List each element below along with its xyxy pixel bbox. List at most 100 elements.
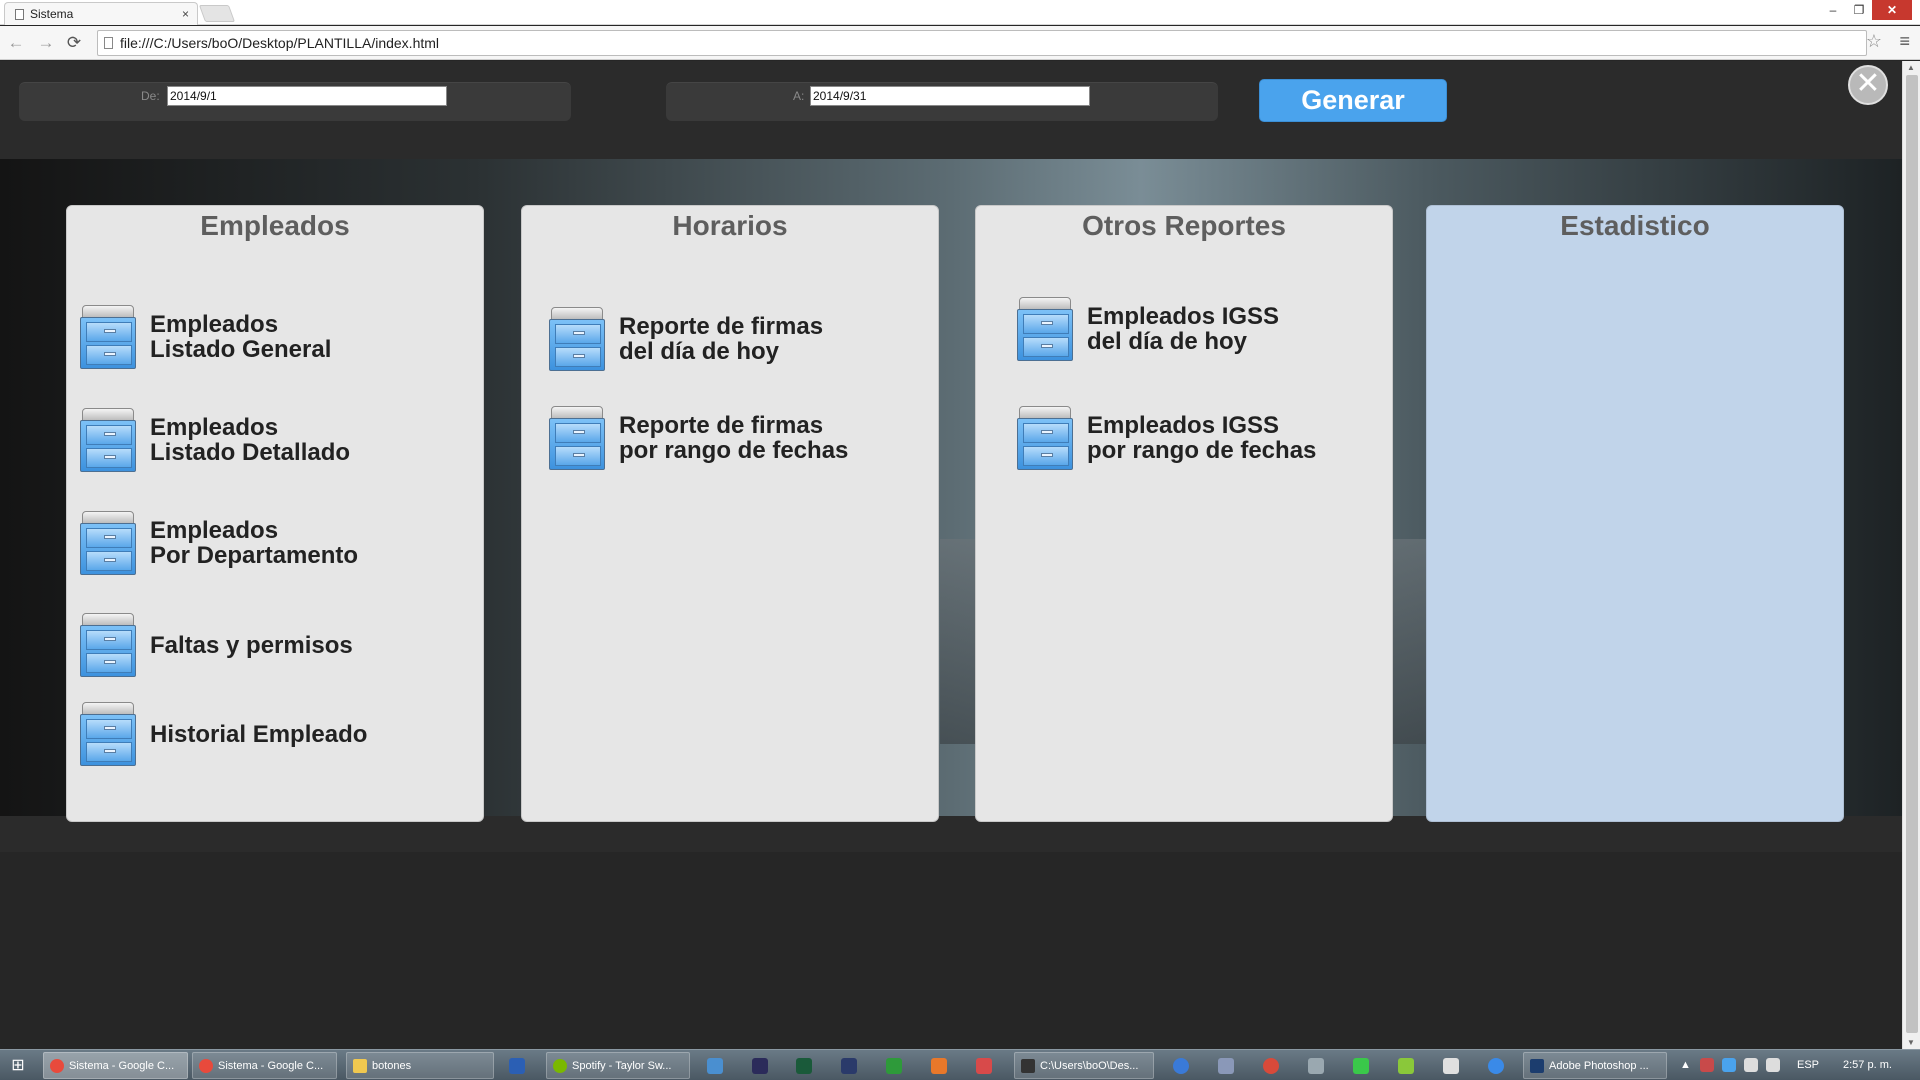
- to-date-label: A:: [793, 89, 805, 103]
- report-item-label: Reporte de firmas del día de hoy: [619, 313, 824, 365]
- file-icon: [104, 37, 113, 49]
- windows-taskbar: ⊞ Sistema - Google C... Sistema - Google…: [0, 1049, 1920, 1080]
- app-icon[interactable]: [976, 1058, 992, 1074]
- report-item-firmas-rango[interactable]: Reporte de firmas por rango de fechas: [549, 406, 848, 470]
- new-tab-button[interactable]: [198, 5, 236, 22]
- restore-button[interactable]: ❐: [1846, 0, 1872, 20]
- taskbar-button-spotify[interactable]: Spotify - Taylor Sw...: [546, 1052, 690, 1079]
- panel-title-horarios: Horarios: [672, 210, 788, 241]
- taskbar-button-chrome-1[interactable]: Sistema - Google C...: [43, 1052, 188, 1079]
- console-icon: [1021, 1058, 1035, 1073]
- panel-empleados: Empleados Empleados Listado General Empl…: [66, 205, 484, 822]
- taskbar-button-botones[interactable]: botones: [346, 1052, 494, 1079]
- report-item-label: Historial Empleado: [150, 720, 368, 748]
- taskbar-button-photoshop[interactable]: Adobe Photoshop ...: [1523, 1052, 1667, 1079]
- network-icon[interactable]: [1700, 1058, 1714, 1072]
- tab-close-icon[interactable]: ×: [182, 7, 189, 21]
- report-item-label: Reporte de firmas por rango de fechas: [619, 412, 849, 464]
- windows-start-icon[interactable]: ⊞: [6, 1055, 30, 1077]
- file-cabinet-icon: [80, 408, 136, 472]
- report-item-listado-general[interactable]: Empleados Listado General: [80, 305, 331, 369]
- file-cabinet-icon: [80, 511, 136, 575]
- panel-estadistico: Estadistico: [1426, 205, 1844, 822]
- file-cabinet-icon: [1017, 406, 1073, 470]
- browser-tab-strip: Sistema × – ❐ ✕: [0, 0, 1920, 25]
- word-icon[interactable]: [509, 1058, 525, 1074]
- page-icon: [15, 8, 24, 20]
- report-item-label: Empleados IGSS por rango de fechas: [1087, 412, 1317, 464]
- panel-otros-reportes: Otros Reportes Empleados IGSS del día de…: [975, 205, 1393, 822]
- app-icon[interactable]: [1488, 1058, 1504, 1074]
- report-item-label: Empleados IGSS del día de hoy: [1087, 303, 1280, 355]
- language-indicator[interactable]: ESP: [1797, 1059, 1819, 1071]
- back-icon[interactable]: ←: [6, 33, 26, 53]
- app-icon[interactable]: [1218, 1058, 1234, 1074]
- window-controls: – ❐ ✕: [1820, 0, 1912, 20]
- scroll-up-icon[interactable]: ▲: [1907, 63, 1915, 72]
- taskbar-button-label: Adobe Photoshop ...: [1549, 1059, 1649, 1072]
- report-item-listado-detallado[interactable]: Empleados Listado Detallado: [80, 408, 350, 472]
- volume-icon[interactable]: [1766, 1058, 1780, 1072]
- file-cabinet-icon: [80, 613, 136, 677]
- file-cabinet-icon: [549, 307, 605, 371]
- file-cabinet-icon: [80, 305, 136, 369]
- report-item-faltas-permisos[interactable]: Faltas y permisos: [80, 613, 353, 677]
- vertical-scrollbar[interactable]: ▲ ▼: [1902, 61, 1920, 1049]
- from-date-label: De:: [141, 89, 160, 103]
- app-icon[interactable]: [1443, 1058, 1459, 1074]
- app-icon[interactable]: [1353, 1058, 1369, 1074]
- page-viewport: De: A: Generar ✕ Empleados Empleados Lis…: [0, 61, 1902, 1049]
- spotify-icon: [553, 1058, 567, 1073]
- address-bar[interactable]: file:///C:/Users/boO/Desktop/PLANTILLA/i…: [97, 30, 1867, 56]
- app-icon[interactable]: [1398, 1058, 1414, 1074]
- minimize-button[interactable]: –: [1820, 0, 1846, 20]
- to-date-input[interactable]: [810, 86, 1090, 106]
- chrome-icon: [199, 1058, 213, 1073]
- app-icon[interactable]: [1263, 1058, 1279, 1074]
- filter-bar: De: A: Generar ✕: [0, 61, 1902, 159]
- browser-tab-sistema[interactable]: Sistema ×: [4, 2, 198, 25]
- taskbar-button-explorer[interactable]: C:\Users\boO\Des...: [1014, 1052, 1154, 1079]
- taskbar-button-label: botones: [372, 1059, 412, 1072]
- taskbar-button-chrome-2[interactable]: Sistema - Google C...: [192, 1052, 337, 1079]
- browser-menu-icon[interactable]: ≡: [1899, 31, 1910, 52]
- scroll-down-icon[interactable]: ▼: [1907, 1038, 1915, 1047]
- tab-title: Sistema: [30, 7, 74, 21]
- url-text: file:///C:/Users/boO/Desktop/PLANTILLA/i…: [120, 35, 440, 51]
- report-item-label: Faltas y permisos: [150, 631, 353, 659]
- tray-expand-icon[interactable]: ▲: [1680, 1059, 1691, 1071]
- report-item-historial-empleado[interactable]: Historial Empleado: [80, 702, 367, 766]
- animate-icon[interactable]: [752, 1058, 768, 1074]
- clock[interactable]: 2:57 p. m.: [1843, 1059, 1892, 1071]
- app-icon[interactable]: [707, 1058, 723, 1074]
- bluetooth-icon[interactable]: [1722, 1058, 1736, 1072]
- bookmark-star-icon[interactable]: ☆: [1866, 31, 1882, 52]
- taskbar-button-label: Sistema - Google C...: [69, 1059, 175, 1072]
- app-icon[interactable]: [841, 1058, 857, 1074]
- browser-toolbar: ← → ⟳ file:///C:/Users/boO/Desktop/PLANT…: [0, 26, 1920, 60]
- report-item-label: Empleados Listado General: [150, 311, 332, 363]
- report-item-por-departamento[interactable]: Empleados Por Departamento: [80, 511, 358, 575]
- app-icon[interactable]: [796, 1058, 812, 1074]
- app-icon[interactable]: [1308, 1058, 1324, 1074]
- generate-button[interactable]: Generar: [1259, 79, 1447, 122]
- reload-icon[interactable]: ⟳: [64, 33, 84, 53]
- forward-icon[interactable]: →: [36, 33, 56, 53]
- folder-icon: [353, 1058, 367, 1073]
- app-icon[interactable]: [1173, 1058, 1189, 1074]
- file-cabinet-icon: [80, 702, 136, 766]
- excel-icon[interactable]: [886, 1058, 902, 1074]
- taskbar-button-label: Sistema - Google C...: [218, 1059, 324, 1072]
- panel-title-estadistico: Estadistico: [1560, 210, 1710, 241]
- signal-icon[interactable]: [1744, 1058, 1758, 1072]
- panel-title-otros-reportes: Otros Reportes: [1082, 210, 1286, 241]
- report-item-firmas-hoy[interactable]: Reporte de firmas del día de hoy: [549, 307, 823, 371]
- app-icon[interactable]: [931, 1058, 947, 1074]
- report-item-igss-rango[interactable]: Empleados IGSS por rango de fechas: [1017, 406, 1316, 470]
- scrollbar-thumb[interactable]: [1906, 75, 1918, 1033]
- report-item-igss-hoy[interactable]: Empleados IGSS del día de hoy: [1017, 297, 1279, 361]
- photoshop-icon: [1530, 1058, 1544, 1073]
- from-date-input[interactable]: [167, 86, 447, 106]
- close-icon[interactable]: ✕: [1848, 65, 1888, 105]
- window-close-button[interactable]: ✕: [1872, 0, 1912, 20]
